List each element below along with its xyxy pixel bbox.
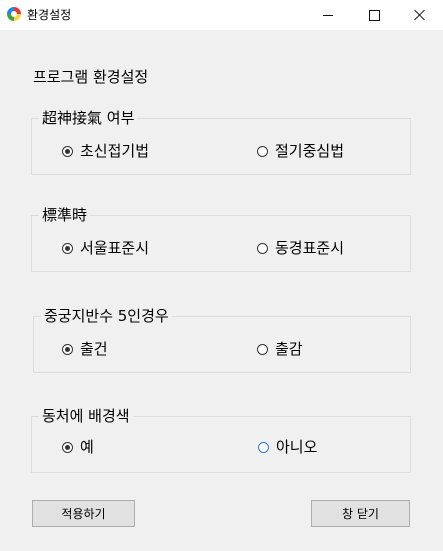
radio-option-no[interactable]: 아니오 [258, 437, 317, 457]
window-title: 환경설정 [27, 8, 72, 22]
radio-option-jeolgi[interactable]: 절기중심법 [257, 141, 344, 161]
radio-checked-icon [62, 145, 73, 157]
radio-unchecked-icon [257, 145, 268, 157]
radio-unchecked-icon [258, 441, 269, 453]
close-window-button[interactable] [397, 0, 443, 30]
group-center-number: 중궁지반수 5인경우 출건 출감 [33, 306, 411, 373]
minimize-icon [323, 14, 333, 16]
group-legend: 超神接氣 여부 [39, 108, 138, 128]
radio-option-chulgam[interactable]: 출감 [257, 339, 303, 359]
title-bar: 환경설정 [0, 0, 443, 30]
radio-option-chulgeon[interactable]: 출건 [62, 339, 108, 359]
radio-option-yes[interactable]: 예 [62, 437, 94, 457]
radio-checked-icon [62, 441, 73, 453]
radio-checked-icon [62, 343, 73, 355]
radio-unchecked-icon [257, 343, 268, 355]
apply-button[interactable]: 적용하기 [32, 500, 135, 527]
radio-label: 예 [80, 438, 94, 456]
close-icon [414, 9, 426, 21]
group-superexpression: 超神接氣 여부 초신접기법 절기중심법 [31, 108, 411, 175]
group-legend: 標準時 [39, 205, 91, 225]
group-standard-time: 標準時 서울표준시 동경표준시 [31, 205, 411, 272]
page-heading: 프로그램 환경설정 [33, 68, 149, 86]
maximize-button[interactable] [351, 0, 397, 30]
radio-label: 출건 [80, 340, 108, 358]
close-button[interactable]: 창 닫기 [311, 500, 410, 527]
radio-option-tokyo[interactable]: 동경표준시 [257, 238, 344, 258]
radio-label: 초신접기법 [80, 142, 150, 160]
radio-label: 동경표준시 [275, 239, 345, 257]
minimize-button[interactable] [305, 0, 351, 30]
radio-label: 아니오 [276, 438, 318, 456]
maximize-icon [368, 9, 380, 21]
radio-checked-icon [62, 242, 73, 254]
radio-label: 절기중심법 [275, 142, 345, 160]
radio-label: 출감 [275, 340, 303, 358]
group-legend: 중궁지반수 5인경우 [41, 306, 172, 326]
app-color-wheel-icon [7, 7, 21, 21]
radio-option-chosin[interactable]: 초신접기법 [62, 141, 149, 161]
group-legend: 동처에 배경색 [39, 406, 133, 426]
radio-option-seoul[interactable]: 서울표준시 [62, 238, 149, 258]
radio-label: 서울표준시 [80, 239, 150, 257]
group-background-color: 동처에 배경색 예 아니오 [31, 406, 411, 473]
radio-unchecked-icon [257, 242, 268, 254]
